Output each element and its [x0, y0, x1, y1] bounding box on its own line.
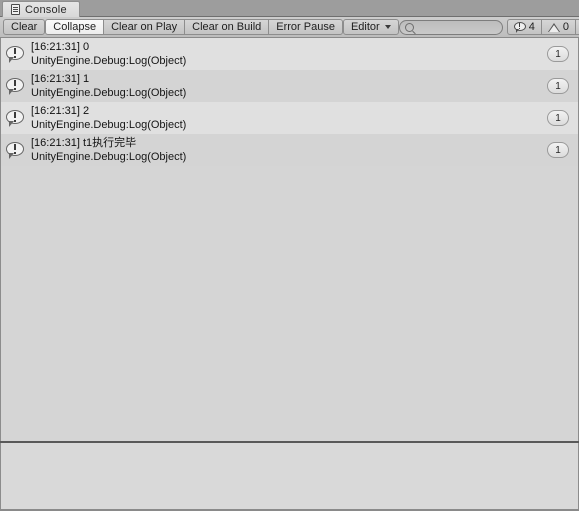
- log-entry-message: [16:21:31] t1执行完毕: [31, 137, 137, 149]
- collapse-button[interactable]: Collapse: [45, 19, 104, 35]
- tab-strip: Console: [0, 0, 579, 17]
- tab-console-label: Console: [25, 3, 67, 16]
- warning-counter-value: 0: [562, 21, 569, 33]
- log-entry-text: [16:21:31] 1 UnityEngine.Debug:Log(Objec…: [31, 72, 547, 100]
- log-entry-text: [16:21:31] t1执行完毕 UnityEngine.Debug:Log(…: [31, 136, 547, 164]
- console-window: Console Clear Collapse Clear on Play Cle…: [0, 0, 579, 511]
- log-icon: [6, 109, 25, 127]
- search-box[interactable]: [398, 19, 503, 35]
- log-entry-stacktrace: UnityEngine.Debug:Log(Object): [31, 151, 187, 163]
- log-counter[interactable]: 4: [506, 19, 541, 35]
- log-icon: [6, 77, 25, 95]
- log-detail-pane[interactable]: [0, 443, 579, 509]
- log-entry-text: [16:21:31] 2 UnityEngine.Debug:Log(Objec…: [31, 104, 547, 132]
- log-entry-row[interactable]: [16:21:31] 0 UnityEngine.Debug:Log(Objec…: [1, 38, 578, 70]
- log-entry-stacktrace: UnityEngine.Debug:Log(Object): [31, 87, 187, 99]
- error-pause-button-label: Error Pause: [276, 20, 335, 33]
- log-entry-row[interactable]: [16:21:31] 2 UnityEngine.Debug:Log(Objec…: [1, 102, 578, 134]
- log-icon: [6, 45, 25, 63]
- log-icon: [513, 21, 526, 33]
- log-icon: [6, 141, 25, 159]
- editor-dropdown[interactable]: Editor: [342, 19, 399, 35]
- log-entry-count: 1: [547, 110, 569, 126]
- search-icon: [404, 22, 414, 32]
- editor-dropdown-label: Editor: [350, 20, 380, 33]
- log-entry-message: [16:21:31] 1: [31, 73, 90, 85]
- log-entry-stacktrace: UnityEngine.Debug:Log(Object): [31, 119, 187, 131]
- console-list-icon: [11, 4, 20, 15]
- collapse-button-label: Collapse: [53, 20, 97, 33]
- log-entry-stacktrace: UnityEngine.Debug:Log(Object): [31, 55, 187, 67]
- clear-on-build-button-label: Clear on Build: [192, 20, 262, 33]
- error-counter[interactable]: [574, 19, 579, 35]
- clear-button-label: Clear: [11, 20, 38, 33]
- log-entry-message: [16:21:31] 2: [31, 105, 90, 117]
- search-input[interactable]: [413, 21, 502, 33]
- log-entry-message: [16:21:31] 0: [31, 41, 90, 53]
- status-counters: 4 0: [506, 19, 579, 35]
- log-entry-count: 1: [547, 78, 569, 94]
- log-entry-count: 1: [547, 142, 569, 158]
- clear-on-play-button-label: Clear on Play: [111, 20, 178, 33]
- warning-counter[interactable]: 0: [540, 19, 575, 35]
- log-counter-value: 4: [528, 21, 535, 33]
- log-entry-row[interactable]: [16:21:31] t1执行完毕 UnityEngine.Debug:Log(…: [1, 134, 578, 166]
- log-entry-count: 1: [547, 46, 569, 62]
- clear-button[interactable]: Clear: [3, 19, 46, 35]
- clear-on-build-button[interactable]: Clear on Build: [184, 19, 269, 35]
- chevron-down-icon: [384, 25, 391, 29]
- console-toolbar: Clear Collapse Clear on Play Clear on Bu…: [0, 17, 579, 38]
- tab-console[interactable]: Console: [2, 1, 80, 17]
- log-entry-row[interactable]: [16:21:31] 1 UnityEngine.Debug:Log(Objec…: [1, 70, 578, 102]
- clear-on-play-button[interactable]: Clear on Play: [103, 19, 185, 35]
- error-pause-button[interactable]: Error Pause: [268, 19, 343, 35]
- warning-icon: [547, 22, 560, 33]
- log-list[interactable]: [16:21:31] 0 UnityEngine.Debug:Log(Objec…: [0, 38, 579, 441]
- log-entry-text: [16:21:31] 0 UnityEngine.Debug:Log(Objec…: [31, 40, 547, 68]
